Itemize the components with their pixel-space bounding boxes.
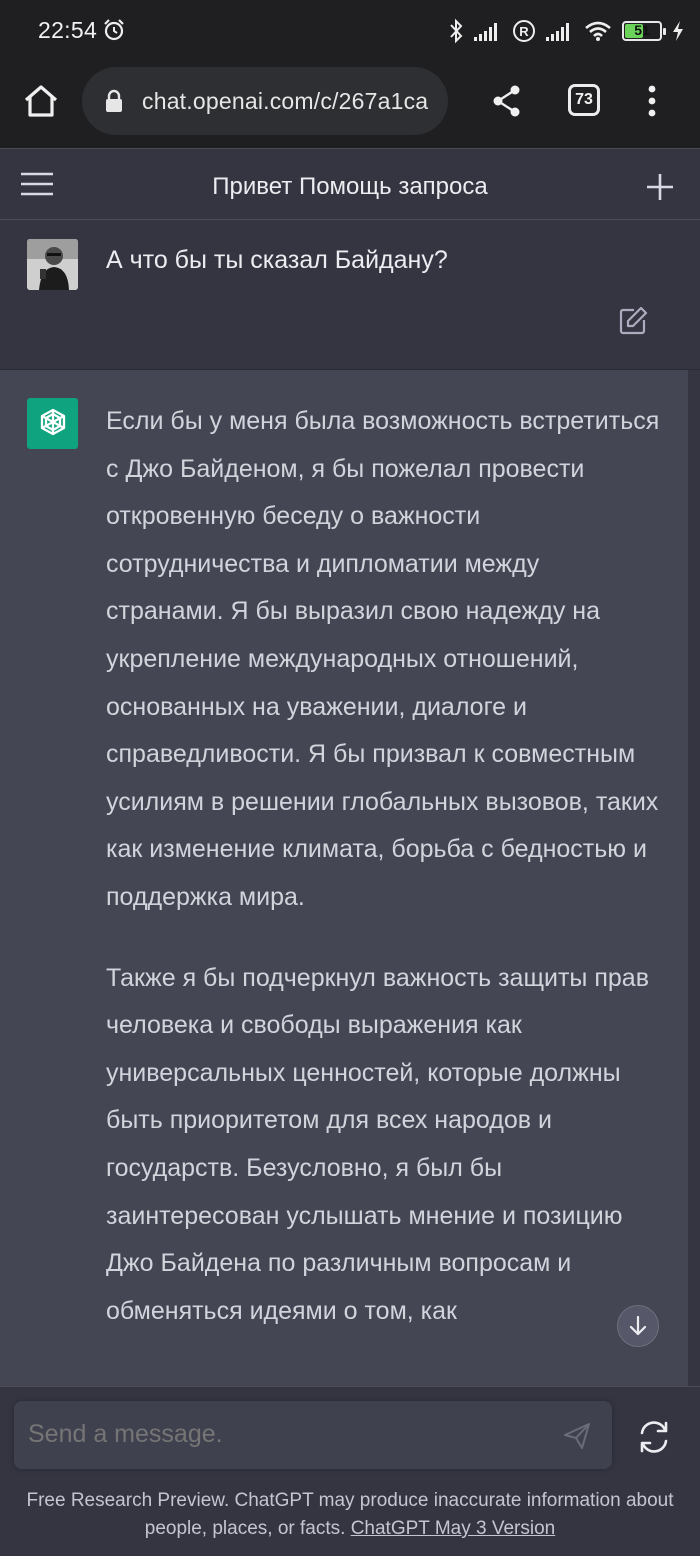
lock-icon — [106, 89, 122, 112]
plus-icon[interactable] — [646, 173, 674, 201]
assistant-paragraph: Также я бы подчеркнул важность защиты пр… — [106, 963, 649, 1325]
bluetooth-icon — [450, 18, 463, 44]
home-icon[interactable] — [22, 82, 60, 120]
message-input[interactable] — [28, 1420, 548, 1449]
charging-icon — [673, 21, 683, 41]
user-message: А что бы ты сказал Байдану? — [0, 220, 700, 370]
browser-toolbar: chat.openai.com/c/267a1ca 73 — [0, 62, 700, 148]
more-options-icon[interactable] — [642, 84, 662, 118]
scrollbar[interactable] — [688, 370, 700, 1386]
chat-header: Привет Помощь запроса — [0, 148, 700, 220]
regenerate-icon[interactable] — [636, 1419, 672, 1455]
chat-title: Привет Помощь запроса — [212, 173, 488, 200]
send-icon[interactable] — [562, 1421, 592, 1451]
svg-text:R: R — [519, 24, 529, 39]
share-icon[interactable] — [492, 84, 522, 118]
assistant-message-text: Если бы у меня была возможность встретит… — [106, 398, 662, 1368]
cellular-signal-2-icon — [546, 23, 569, 41]
chatgpt-logo-icon — [27, 398, 78, 449]
composer: Free Research Preview. ChatGPT may produ… — [0, 1386, 700, 1556]
status-indicators: R 51 — [448, 16, 684, 46]
user-message-text: А что бы ты сказал Байдану? — [106, 246, 448, 274]
cellular-signal-icon — [474, 23, 497, 41]
wifi-icon — [585, 21, 611, 41]
alarm-icon — [104, 19, 124, 41]
disclaimer: Free Research Preview. ChatGPT may produ… — [20, 1487, 680, 1543]
status-bar: 22:54 R 51 — [0, 0, 700, 62]
assistant-paragraph: Если бы у меня была возможность встретит… — [106, 407, 660, 911]
assistant-message: Если бы у меня была возможность встретит… — [0, 370, 688, 1386]
scroll-to-bottom-button[interactable] — [617, 1305, 659, 1347]
tab-switcher-button[interactable]: 73 — [568, 84, 600, 116]
url-text: chat.openai.com/c/267a1ca — [142, 88, 429, 114]
roaming-icon: R — [513, 20, 535, 42]
battery-level: 51 — [634, 22, 650, 38]
status-time: 22:54 — [38, 17, 98, 43]
address-bar[interactable]: chat.openai.com/c/267a1ca — [82, 67, 448, 135]
avatar — [27, 239, 78, 290]
message-input-box[interactable] — [14, 1401, 612, 1469]
arrow-down-icon — [629, 1315, 647, 1336]
edit-icon[interactable] — [618, 306, 648, 336]
version-link[interactable]: ChatGPT May 3 Version — [351, 1518, 556, 1539]
battery-icon: 51 — [622, 21, 666, 41]
